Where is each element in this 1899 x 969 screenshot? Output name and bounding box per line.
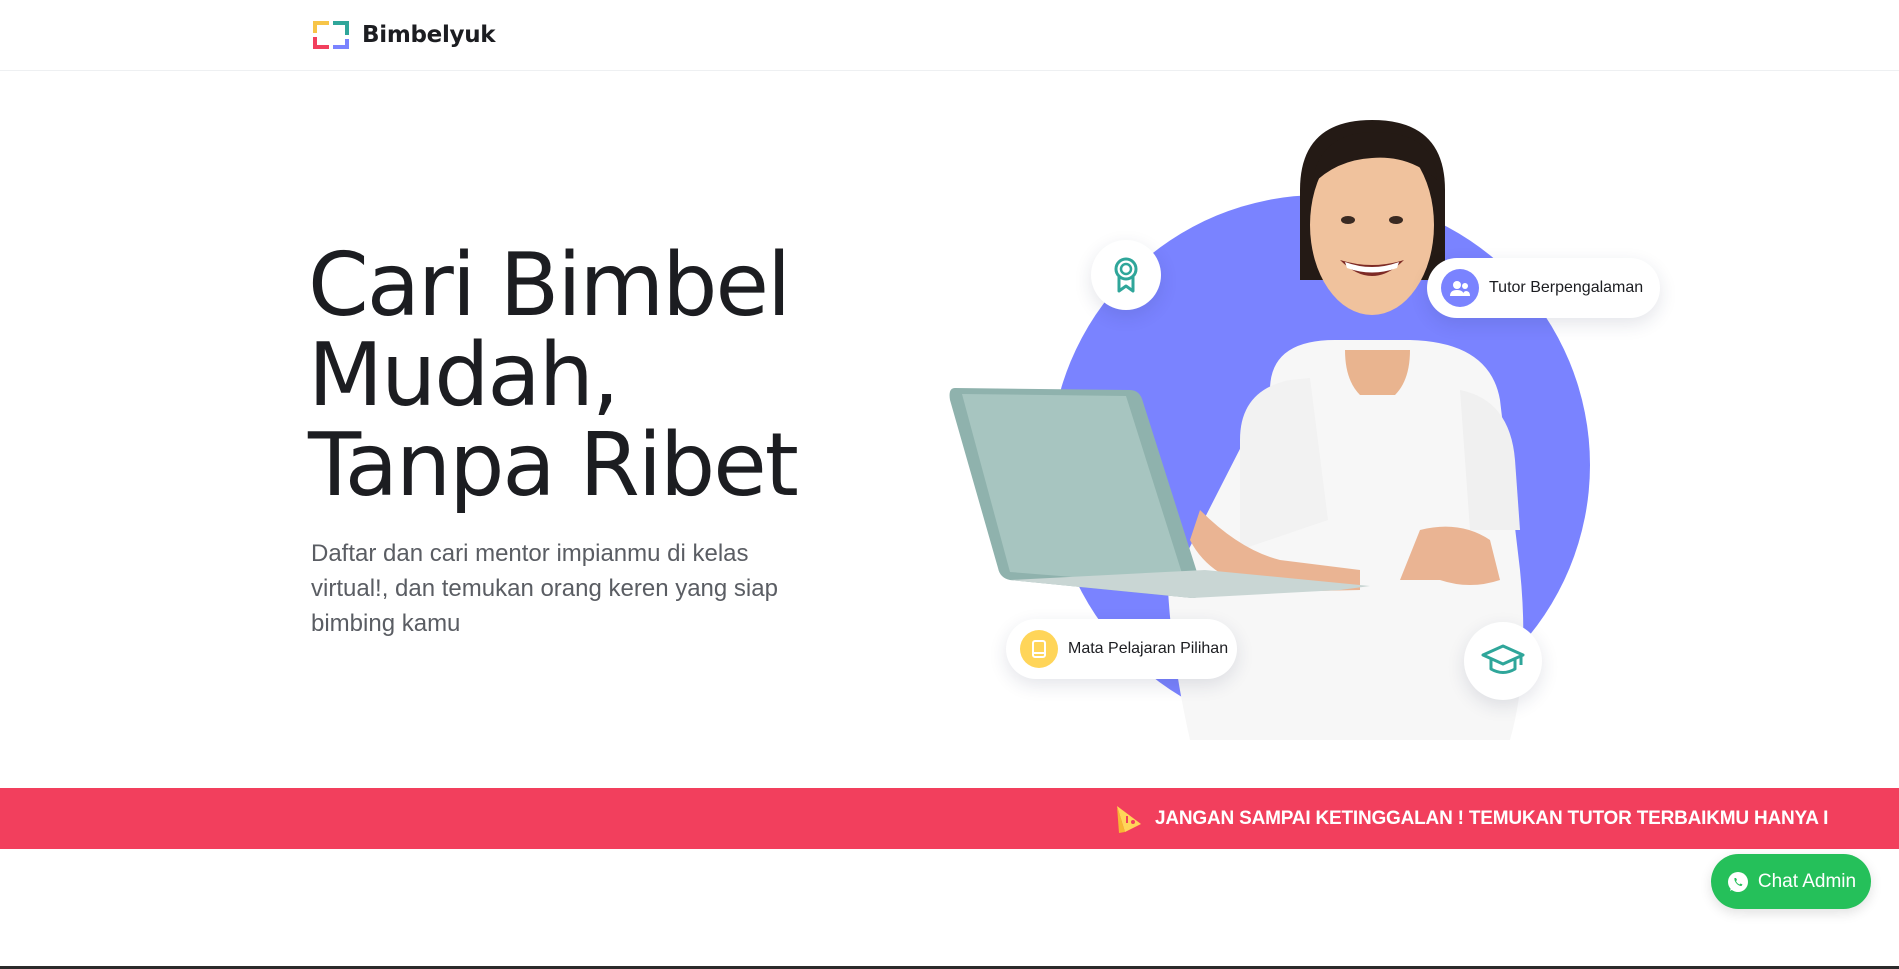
tutor-badge: Tutor Berpengalaman [1427,258,1660,318]
tutor-badge-label: Tutor Berpengalaman [1489,279,1644,296]
hero-subtitle-line-3: bimbing kamu [311,610,461,637]
hero-title-line-1: Cari Bimbel [308,234,791,336]
marquee-content: JANGAN SAMPAI KETINGGALAN ! TEMUKAN TUTO… [1113,801,1828,837]
brand-logo-link[interactable]: Bimbelyuk [311,19,496,51]
award-ribbon-icon [1114,257,1138,293]
bimbelyuk-logo-icon [313,21,349,49]
hero-title: Cari Bimbel Mudah, Tanpa Ribet [308,240,868,510]
chat-admin-label: Chat Admin [1757,870,1857,892]
chat-admin-button[interactable]: Chat Admin [1711,854,1871,909]
navbar: Bimbelyuk [0,0,1899,71]
hero-subtitle-line-2: virtual!, dan temukan orang keren yang s… [311,575,778,602]
graduation-badge [1464,622,1542,700]
megaphone-icon [1117,806,1141,833]
users-icon [1441,269,1479,307]
brand-name: Bimbelyuk [362,22,496,48]
promo-marquee: JANGAN SAMPAI KETINGGALAN ! TEMUKAN TUTO… [0,788,1899,849]
hero-subtitle-line-1: Daftar dan cari mentor impianmu di kelas [311,540,749,567]
subject-badge: Mata Pelajaran Pilihan [1006,619,1237,679]
graduation-cap-icon [1481,644,1525,674]
hero-title-line-3: Tanpa Ribet [308,414,799,516]
whatsapp-icon [1727,871,1748,892]
marquee-text: JANGAN SAMPAI KETINGGALAN ! TEMUKAN TUTO… [1155,808,1829,829]
hero-subtitle: Daftar dan cari mentor impianmu di kelas… [311,536,801,641]
hero-title-line-2: Mudah, [308,324,620,426]
subject-badge-label: Mata Pelajaran Pilihan [1068,640,1229,657]
award-badge [1091,240,1161,310]
book-icon [1020,630,1058,668]
